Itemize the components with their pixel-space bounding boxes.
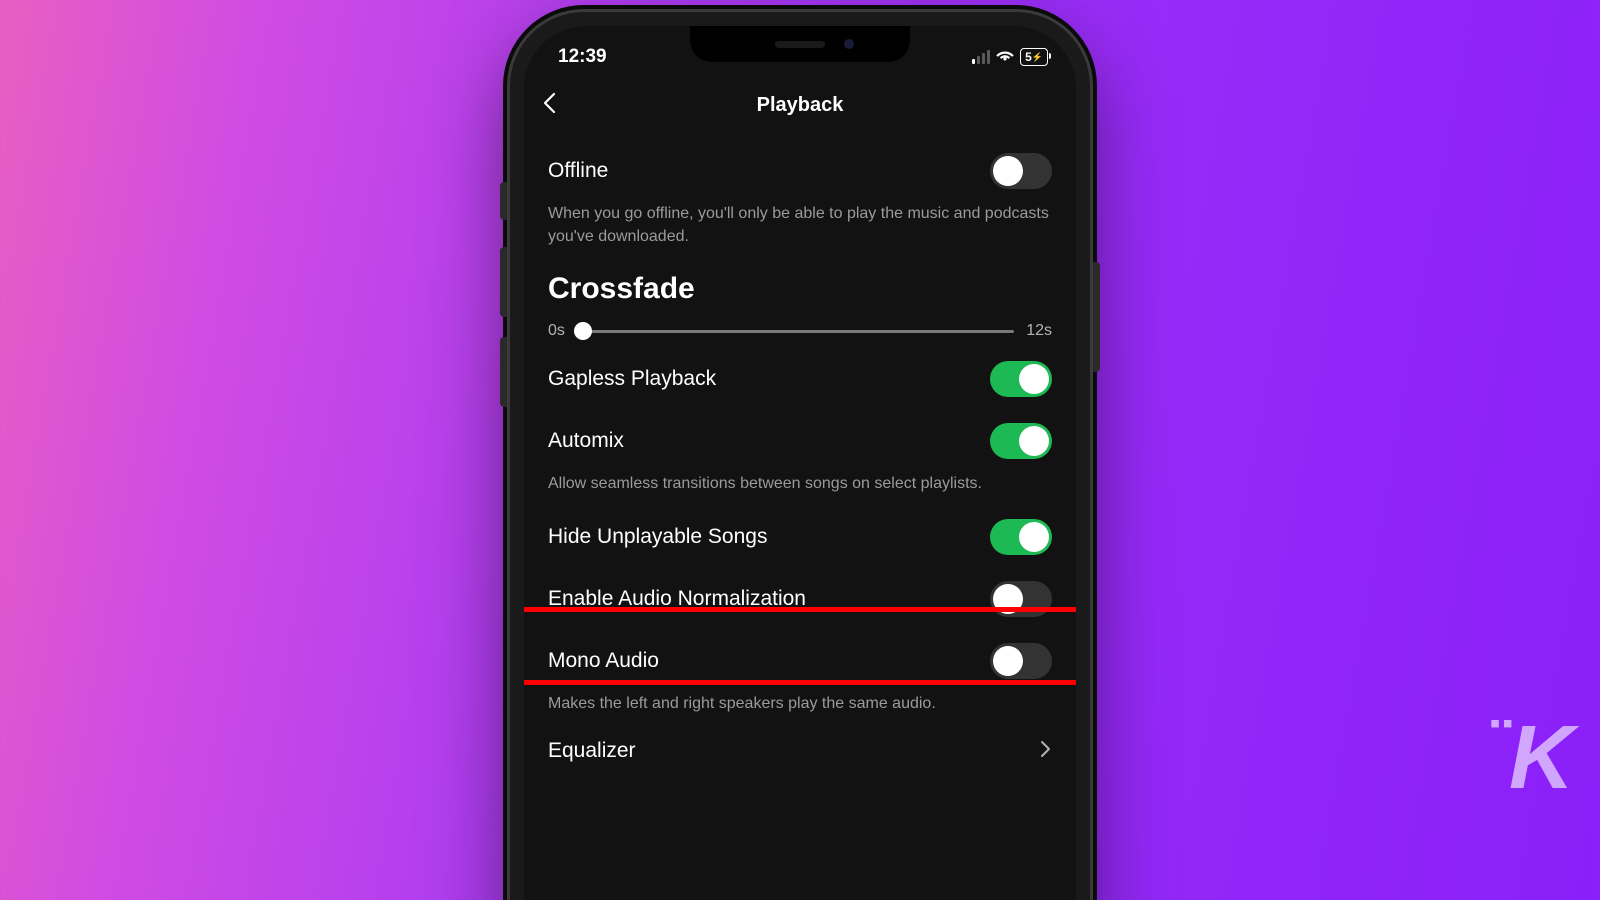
offline-label: Offline (548, 159, 608, 183)
cellular-signal-icon (972, 50, 990, 64)
gapless-row: Gapless Playback (548, 348, 1052, 410)
crossfade-section-title: Crossfade (548, 258, 1052, 316)
offline-toggle[interactable] (990, 153, 1052, 189)
nav-header: Playback (524, 78, 1076, 132)
gapless-toggle[interactable] (990, 361, 1052, 397)
watermark-logo: ▪▪K (1490, 707, 1570, 810)
offline-row: Offline (548, 140, 1052, 202)
phone-volume-up (500, 247, 507, 317)
mono-audio-description: Makes the left and right speakers play t… (548, 692, 1052, 725)
hide-unplayable-row: Hide Unplayable Songs (548, 506, 1052, 568)
phone-mute-switch (500, 182, 507, 220)
automix-description: Allow seamless transitions between songs… (548, 472, 1052, 505)
crossfade-slider-row: 0s 12s (548, 316, 1052, 348)
hide-unplayable-toggle[interactable] (990, 519, 1052, 555)
automix-toggle[interactable] (990, 423, 1052, 459)
gapless-label: Gapless Playback (548, 367, 716, 391)
mono-audio-toggle[interactable] (990, 643, 1052, 679)
audio-normalization-label: Enable Audio Normalization (548, 587, 806, 611)
battery-icon: 5⚡ (1020, 48, 1048, 66)
mono-audio-row: Mono Audio (548, 630, 1052, 692)
automix-row: Automix (548, 410, 1052, 472)
crossfade-max-label: 12s (1026, 322, 1052, 340)
crossfade-slider[interactable] (577, 330, 1014, 333)
audio-normalization-row: Enable Audio Normalization (548, 568, 1052, 630)
mono-audio-label: Mono Audio (548, 649, 659, 673)
audio-normalization-toggle[interactable] (990, 581, 1052, 617)
phone-frame: 12:39 5⚡ Playback Offline When you go of… (510, 12, 1090, 900)
settings-content[interactable]: Offline When you go offline, you'll only… (524, 132, 1076, 777)
status-right: 5⚡ (972, 47, 1048, 67)
page-title: Playback (757, 94, 844, 117)
phone-screen: 12:39 5⚡ Playback Offline When you go of… (524, 26, 1076, 900)
hide-unplayable-label: Hide Unplayable Songs (548, 525, 767, 549)
equalizer-label: Equalizer (548, 739, 636, 763)
crossfade-slider-thumb[interactable] (574, 322, 592, 340)
status-time: 12:39 (558, 46, 607, 68)
offline-description: When you go offline, you'll only be able… (548, 202, 1052, 258)
phone-notch (690, 26, 910, 62)
phone-power-button (1093, 262, 1100, 372)
phone-volume-down (500, 337, 507, 407)
crossfade-min-label: 0s (548, 322, 565, 340)
equalizer-row[interactable]: Equalizer (548, 725, 1052, 777)
automix-label: Automix (548, 429, 624, 453)
back-button[interactable] (542, 90, 556, 121)
wifi-icon (996, 47, 1014, 67)
chevron-right-icon (1040, 738, 1052, 764)
